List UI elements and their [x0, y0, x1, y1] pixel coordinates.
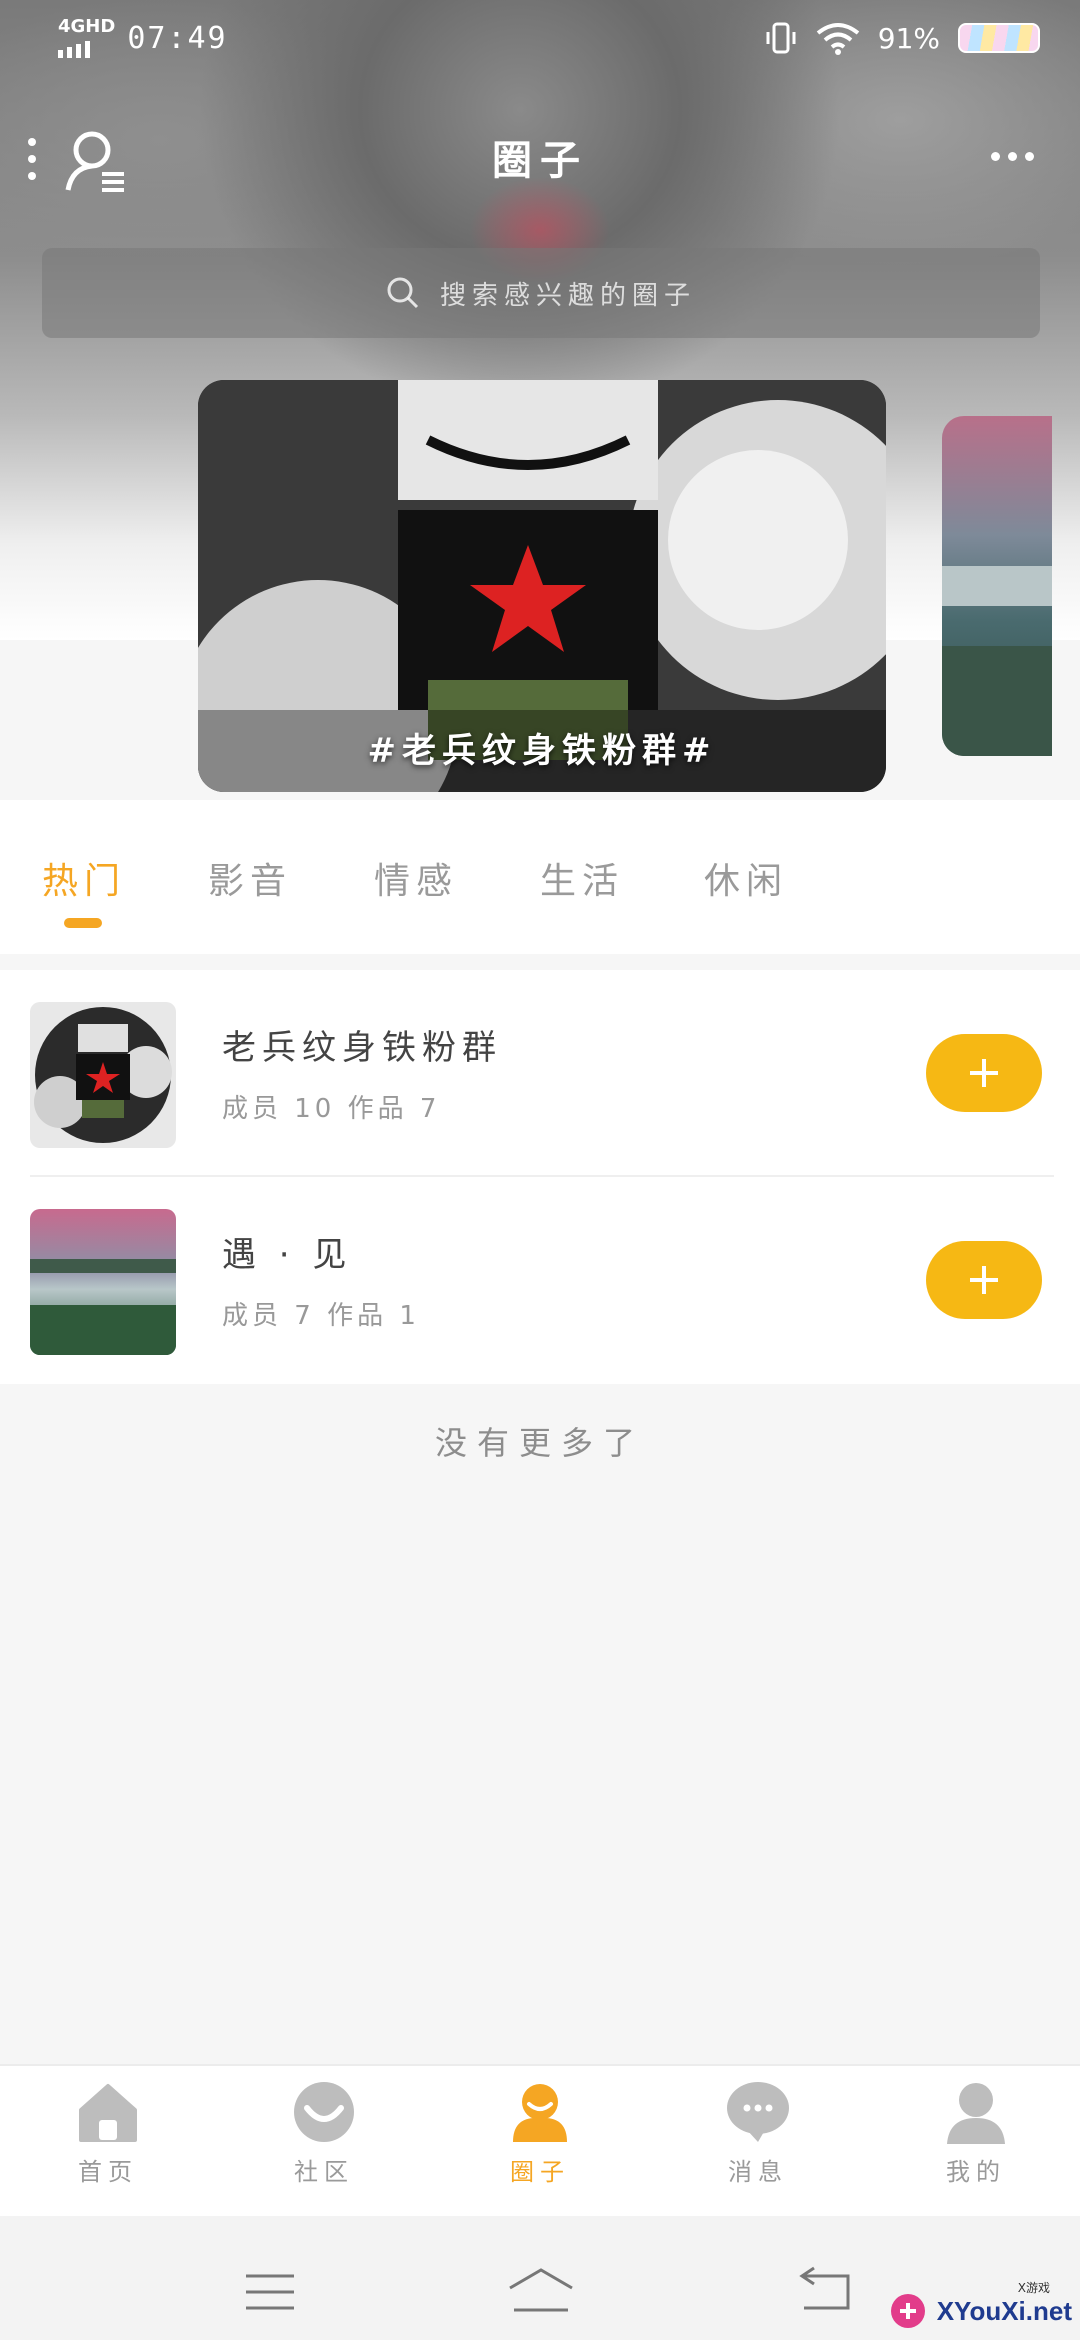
nav-label: 社区 [294, 2158, 354, 2186]
signal-icon [58, 38, 115, 58]
tab-hot[interactable]: 热门 [42, 852, 126, 904]
tab-life[interactable]: 生活 [540, 852, 624, 904]
tab-indicator [64, 918, 102, 928]
bottom-tab-bar: 首页 社区 圈子 消息 我的 [0, 2064, 1080, 2216]
tab-media[interactable]: 影音 [208, 852, 292, 904]
back-icon[interactable] [794, 2266, 854, 2316]
nav-label: 圈子 [510, 2158, 570, 2186]
circle-avatar [30, 1209, 176, 1355]
battery-icon [958, 23, 1040, 53]
banner-title: #老兵纹身铁粉群# [367, 731, 717, 771]
network-type: 4GHD [58, 16, 116, 37]
nav-messages[interactable]: 消息 [688, 2080, 828, 2187]
search-placeholder: 搜索感兴趣的圈子 [439, 280, 696, 311]
circle-stats: 成员 10 作品 7 [222, 1094, 441, 1124]
join-button[interactable] [926, 1241, 1042, 1319]
gamepad-logo-icon [890, 2294, 925, 2328]
profile-icon [947, 2083, 1005, 2144]
list-item[interactable]: 遇 · 见 成员 7 作品 1 [0, 1177, 1080, 1384]
nav-community[interactable]: 社区 [254, 2080, 394, 2187]
watermark-brand: XYouXi.net [936, 2295, 1072, 2326]
search-input[interactable]: 搜索感兴趣的圈子 [42, 248, 1040, 338]
plus-icon [970, 1266, 998, 1294]
more-icon[interactable] [991, 152, 1034, 161]
banner-next-card[interactable] [942, 416, 1052, 756]
join-button[interactable] [926, 1034, 1042, 1112]
circle-avatar [30, 1002, 176, 1148]
battery-percent: 91% [877, 21, 940, 55]
watermark-small: X游戏 [1017, 2281, 1050, 2295]
home-icon [79, 2084, 137, 2142]
category-tabs: 热门 影音 情感 生活 休闲 [0, 800, 1080, 954]
landscape-image [942, 416, 1052, 756]
message-icon [727, 2082, 789, 2142]
plus-icon [970, 1059, 998, 1087]
system-nav-bar: XYouXi.net X游戏 [0, 2216, 1080, 2340]
wifi-icon [816, 23, 860, 55]
network-indicator: 4GHD [58, 18, 115, 58]
nav-label: 我的 [946, 2158, 1006, 2186]
status-left: 4GHD 07:49 [58, 18, 228, 58]
list-item[interactable]: 老兵纹身铁粉群 成员 10 作品 7 [0, 970, 1080, 1177]
community-icon [294, 2082, 354, 2142]
page-title: 圈子 [492, 138, 588, 184]
circle-stats: 成员 7 作品 1 [222, 1301, 420, 1331]
tab-leisure[interactable]: 休闲 [704, 852, 788, 904]
list-end-text: 没有更多了 [434, 1424, 645, 1462]
menu-icon[interactable] [244, 2272, 296, 2312]
vibrate-icon [766, 22, 796, 54]
nav-home[interactable]: 首页 [38, 2080, 178, 2187]
tab-emotion[interactable]: 情感 [374, 852, 458, 904]
nav-label: 消息 [728, 2158, 788, 2186]
nav-circle[interactable]: 圈子 [470, 2080, 610, 2187]
circle-icon [513, 2084, 567, 2142]
circle-name: 老兵纹身铁粉群 [222, 1028, 502, 1068]
search-icon [387, 277, 419, 309]
nav-profile[interactable]: 我的 [906, 2080, 1046, 2187]
circle-name: 遇 · 见 [222, 1235, 353, 1275]
watermark: XYouXi.net [885, 2292, 1072, 2330]
banner-card[interactable]: #老兵纹身铁粉群# [198, 380, 886, 792]
home-nav-icon[interactable] [506, 2266, 576, 2316]
circle-list: 老兵纹身铁粉群 成员 10 作品 7 遇 · 见 成员 7 作品 1 [0, 970, 1080, 1384]
top-nav: 圈子 [0, 110, 1080, 210]
clock: 07:49 [127, 20, 228, 56]
status-bar: 4GHD 07:49 91% [0, 0, 1080, 80]
status-right: 91% [764, 20, 1040, 56]
nav-label: 首页 [78, 2158, 138, 2186]
